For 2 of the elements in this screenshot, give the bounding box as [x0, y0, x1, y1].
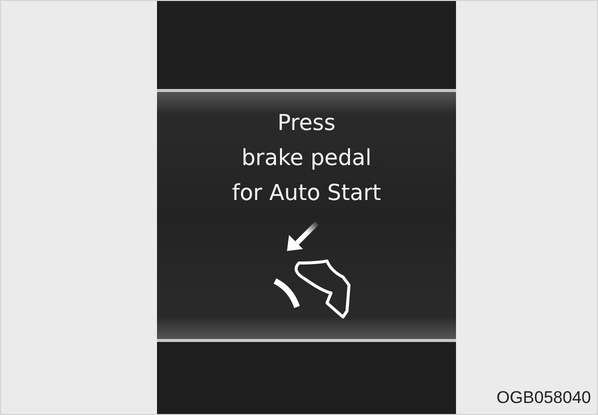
- figure-code: OGB058040: [496, 388, 591, 408]
- display-message: Press brake pedal for Auto Start: [232, 110, 382, 208]
